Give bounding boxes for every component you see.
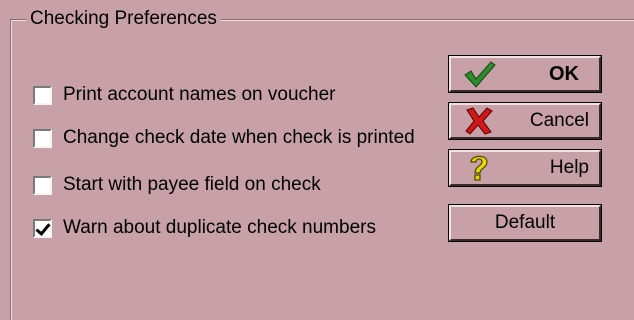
pref-label: Print account names on voucher — [63, 84, 336, 105]
checkbox-print-account-names[interactable] — [33, 85, 52, 105]
checkbox-warn-duplicate[interactable] — [33, 218, 52, 238]
checkbox-change-check-date[interactable] — [33, 128, 52, 148]
help-label: Help — [549, 157, 589, 178]
pref-label: Start with payee field on check — [63, 174, 321, 195]
group-title: Checking Preferences — [26, 8, 221, 30]
pref-change-check-date[interactable]: Change check date when check is printed — [33, 126, 415, 150]
pref-label: Warn about duplicate check numbers — [63, 217, 376, 238]
ok-button[interactable]: OK — [448, 55, 602, 93]
ok-label: OK — [549, 62, 579, 85]
pref-warn-duplicate[interactable]: Warn about duplicate check numbers — [33, 216, 376, 240]
help-button[interactable]: Help — [448, 149, 602, 187]
pref-print-account-names[interactable]: Print account names on voucher — [33, 83, 336, 107]
cancel-button[interactable]: Cancel — [448, 102, 602, 140]
x-icon — [459, 105, 499, 137]
check-icon — [459, 58, 499, 90]
checkbox-start-with-payee[interactable] — [33, 175, 52, 195]
pref-start-with-payee[interactable]: Start with payee field on check — [33, 173, 321, 197]
pref-label: Change check date when check is printed — [63, 127, 415, 148]
default-button[interactable]: Default — [448, 204, 602, 242]
default-label: Default — [494, 212, 556, 233]
question-icon — [459, 152, 499, 184]
cancel-label: Cancel — [529, 110, 589, 131]
